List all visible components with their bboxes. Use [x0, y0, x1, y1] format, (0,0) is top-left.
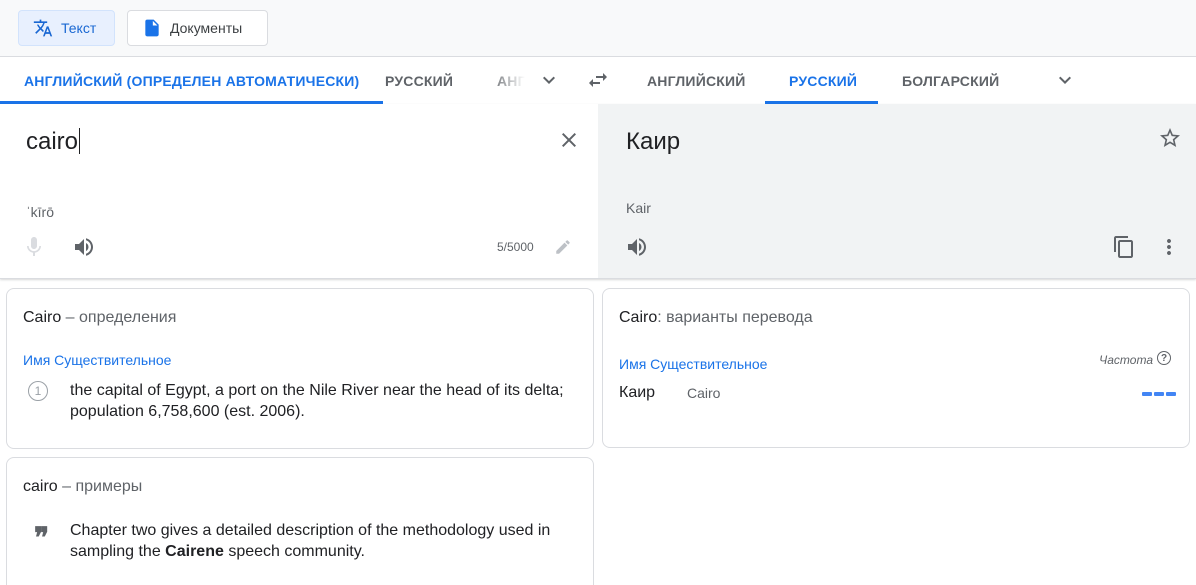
- target-lang-more-button[interactable]: [1053, 68, 1077, 92]
- translation-text: Каир: [626, 128, 681, 155]
- documents-mode-button[interactable]: Документы: [127, 10, 268, 46]
- definitions-suffix: – определения: [61, 309, 177, 326]
- quote-icon: ❞: [34, 521, 50, 554]
- source-lang-russian-tab[interactable]: РУССКИЙ: [361, 57, 477, 104]
- examples-suffix: – примеры: [57, 478, 143, 495]
- frequency-bar: [1142, 392, 1152, 396]
- source-transliteration: ˈkīrō: [26, 204, 54, 220]
- source-lang-english-label: АНГ: [497, 72, 525, 89]
- listen-source-button[interactable]: [72, 235, 96, 259]
- translate-icon: [33, 19, 53, 37]
- source-lang-detected-tab[interactable]: АНГЛИЙСКИЙ (ОПРЕДЕЛЕН АВТОМАТИЧЕСКИ): [0, 57, 384, 104]
- target-lang-russian-label: РУССКИЙ: [789, 72, 858, 89]
- source-lang-english-tab[interactable]: АНГ: [473, 57, 525, 104]
- definitions-word: Cairo: [23, 309, 62, 326]
- character-count: 5/5000: [497, 240, 534, 254]
- frequency-label: Частота: [1099, 353, 1153, 367]
- translations-word: Cairo: [619, 309, 658, 326]
- swap-icon: [589, 73, 607, 87]
- close-icon: [562, 133, 576, 147]
- definition-number: 1: [28, 381, 48, 401]
- speaker-icon: [75, 238, 93, 256]
- edit-button[interactable]: [553, 237, 573, 257]
- copy-icon: [1114, 236, 1133, 258]
- frequency-bar: [1154, 392, 1164, 396]
- translations-part-of-speech: Имя Существительное: [619, 356, 768, 372]
- examples-title: cairo – примеры: [23, 478, 142, 496]
- mode-toolbar: Текст Документы: [0, 0, 1196, 57]
- listen-translation-button[interactable]: [625, 235, 649, 259]
- target-lang-english-label: АНГЛИЙСКИЙ: [647, 72, 746, 89]
- source-lang-more-button[interactable]: [537, 68, 561, 92]
- speaker-icon: [628, 238, 646, 256]
- examples-word: cairo: [23, 478, 58, 495]
- definition-text: the capital of Egypt, a port on the Nile…: [70, 382, 564, 420]
- source-lang-russian-label: РУССКИЙ: [385, 72, 454, 89]
- save-translation-button[interactable]: [1158, 126, 1182, 150]
- clear-source-button[interactable]: [557, 128, 581, 152]
- language-bar: АНГЛИЙСКИЙ (ОПРЕДЕЛЕН АВТОМАТИЧЕСКИ) РУС…: [0, 57, 1196, 104]
- more-vert-icon: [1167, 239, 1171, 255]
- text-mode-button[interactable]: Текст: [18, 10, 115, 46]
- target-lang-russian-tab[interactable]: РУССКИЙ: [765, 57, 878, 104]
- target-lang-bulgarian-tab[interactable]: БОЛГАРСКИЙ: [878, 57, 1023, 104]
- examples-card: cairo – примеры ❞ Chapter two gives a de…: [6, 457, 594, 585]
- more-options-button[interactable]: [1157, 235, 1181, 259]
- translations-title: Cairo: варианты перевода: [619, 309, 813, 327]
- source-lang-detected-label: АНГЛИЙСКИЙ (ОПРЕДЕЛЕН АВТОМАТИЧЕСКИ): [24, 72, 360, 89]
- help-icon[interactable]: ?: [1157, 351, 1171, 365]
- source-textarea[interactable]: cairo: [26, 128, 81, 156]
- star-outline-icon: [1160, 128, 1180, 147]
- copy-translation-button[interactable]: [1112, 235, 1136, 259]
- text-cursor: [79, 128, 81, 154]
- text-mode-label: Текст: [61, 20, 97, 36]
- definitions-title: Cairo – определения: [23, 309, 176, 327]
- frequency-bar: [1166, 392, 1176, 396]
- documents-mode-label: Документы: [170, 20, 243, 36]
- microphone-icon: [27, 237, 41, 256]
- translations-card: Cairo: варианты перевода Имя Существител…: [602, 288, 1190, 448]
- document-icon: [145, 19, 159, 37]
- source-panel: cairo ˈkīrō 5/5000: [0, 104, 598, 278]
- swap-languages-button[interactable]: [586, 68, 610, 92]
- translation-panels: cairo ˈkīrō 5/5000 Каир Kair: [0, 104, 1196, 279]
- example-highlight: Cairene: [165, 543, 224, 560]
- chevron-down-icon: [543, 76, 555, 84]
- translations-suffix: : варианты перевода: [657, 309, 813, 326]
- example-text: Chapter two gives a detailed description…: [70, 520, 570, 562]
- source-text: cairo: [26, 128, 79, 155]
- example-text-part: speech community.: [223, 543, 365, 560]
- definitions-card: Cairo – определения Имя Существительное …: [6, 288, 594, 449]
- translation-option[interactable]: Каир: [619, 384, 655, 402]
- target-lang-english-tab[interactable]: АНГЛИЙСКИЙ: [623, 57, 770, 104]
- target-transliteration: Kair: [626, 200, 651, 216]
- pencil-icon: [556, 240, 570, 254]
- target-lang-bulgarian-label: БОЛГАРСКИЙ: [902, 72, 1000, 89]
- definitions-part-of-speech: Имя Существительное: [23, 352, 172, 368]
- back-translation: Cairo: [687, 385, 721, 401]
- chevron-down-icon: [1059, 76, 1071, 84]
- voice-input-button[interactable]: [22, 235, 46, 259]
- target-panel: Каир Kair: [598, 104, 1196, 278]
